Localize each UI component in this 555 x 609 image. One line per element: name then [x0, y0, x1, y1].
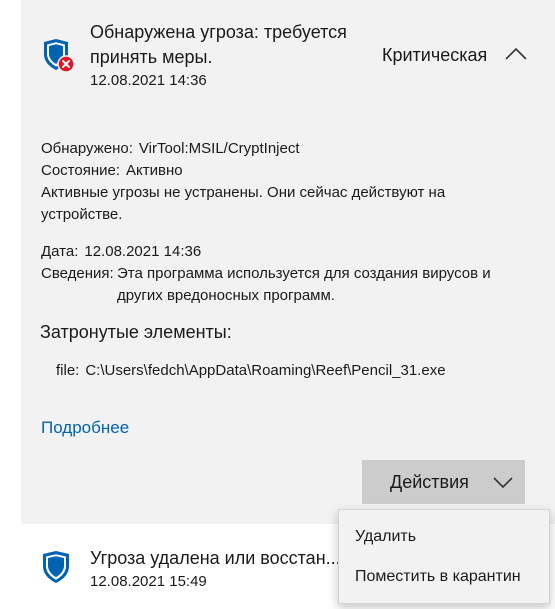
shield-icon: [43, 551, 69, 583]
date-value: 12.08.2021 14:36: [84, 243, 202, 260]
threat-title: Обнаружена угроза: требуется принять мер…: [90, 22, 347, 67]
status-label: Состояние:: [41, 162, 121, 179]
info-value: Эта программа используется для создания …: [117, 265, 491, 304]
actions-button[interactable]: Действия: [362, 460, 525, 504]
second-threat-date: 12.08.2021 15:49: [90, 573, 207, 590]
active-threat-note: Активные угрозы не устранены. Они сейчас…: [41, 184, 446, 223]
severity-label: Критическая: [382, 45, 488, 65]
chevron-up-icon[interactable]: [503, 44, 529, 64]
detected-label: Обнаружено:: [41, 140, 133, 157]
affected-items-header: Затронутые элементы:: [40, 322, 232, 342]
shield-error-icon: [44, 39, 75, 73]
threat-date: 12.08.2021 14:36: [90, 72, 207, 89]
file-path: C:\Users\fedch\AppData\Roaming\Reef\Penc…: [85, 362, 446, 379]
status-row: Состояние: Активно: [41, 160, 183, 182]
date-row: Дата: 12.08.2021 14:36: [41, 241, 201, 263]
more-info-link[interactable]: Подробнее: [41, 418, 129, 438]
status-value: Активно: [126, 162, 183, 179]
menu-item-quarantine[interactable]: Поместить в карантин: [339, 558, 549, 596]
menu-item-remove[interactable]: Удалить: [339, 518, 549, 556]
info-label: Сведения:: [41, 265, 114, 282]
detected-row: Обнаружено: VirTool:MSIL/CryptInject: [41, 138, 300, 160]
date-label: Дата:: [41, 243, 79, 260]
info-row: Сведения: Эта программа используется для…: [41, 263, 527, 307]
actions-menu: Удалить Поместить в карантин: [338, 509, 550, 604]
actions-label: Действия: [390, 472, 469, 492]
file-label: file:: [56, 362, 80, 379]
affected-file: file: C:\Users\fedch\AppData\Roaming\Reef…: [56, 362, 446, 379]
second-threat-title[interactable]: Угроза удалена или восстан...: [90, 548, 341, 569]
chevron-down-icon: [493, 477, 513, 489]
detected-value: VirTool:MSIL/CryptInject: [138, 140, 300, 157]
